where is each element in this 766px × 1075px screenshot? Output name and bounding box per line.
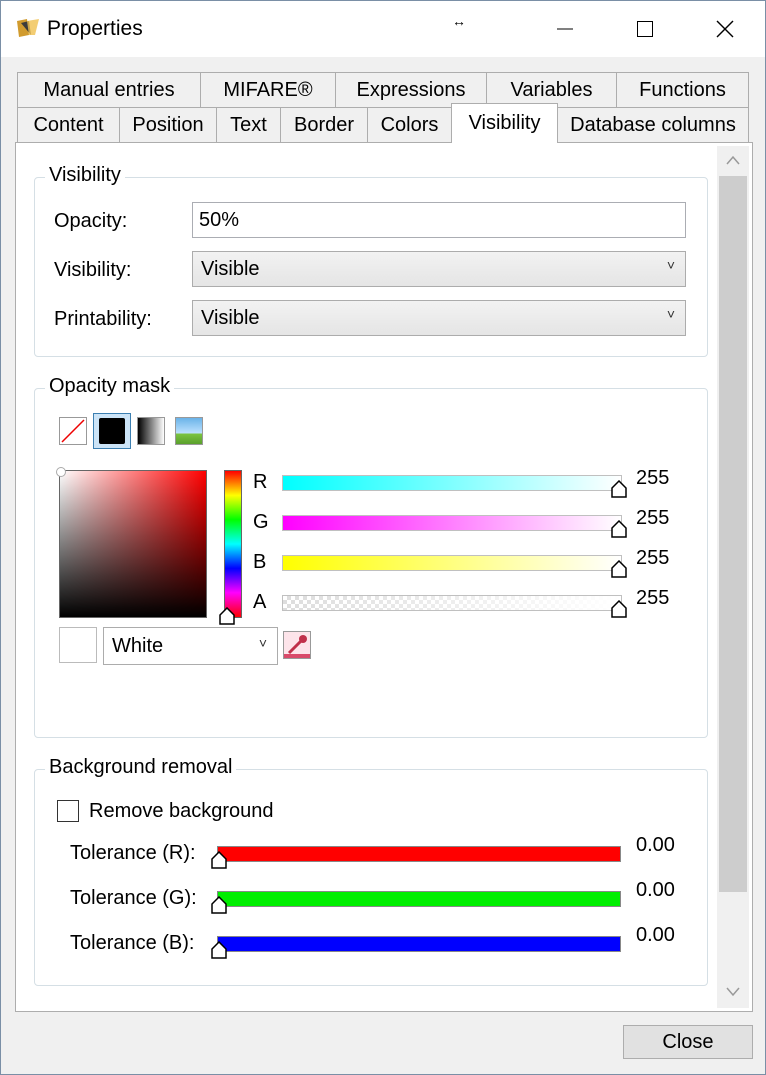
- close-button[interactable]: Close: [623, 1025, 753, 1059]
- tolerance-label: Tolerance (R):: [70, 842, 196, 864]
- printability-label: Printability:: [54, 308, 152, 330]
- scroll-down-icon[interactable]: [725, 986, 741, 998]
- tab-manual-entries[interactable]: Manual entries: [17, 72, 201, 108]
- chevron-down-icon: ˅: [666, 306, 675, 322]
- chevron-down-icon: ˅: [666, 257, 675, 273]
- visibility-group: Visibility Opacity: 50% Visibility: Visi…: [34, 164, 708, 357]
- solid-brush-icon: [99, 418, 125, 444]
- tolerance-slider[interactable]: [217, 846, 621, 862]
- current-color-swatch: [59, 627, 97, 663]
- tolerance-slider[interactable]: [217, 891, 621, 907]
- window-title: Properties: [47, 17, 143, 40]
- channel-slider-a[interactable]: [282, 595, 622, 611]
- channel-value-g: 255: [636, 507, 670, 529]
- close-icon: [716, 20, 734, 38]
- tolerance-value: 0.00: [636, 834, 675, 856]
- no-brush-icon: [61, 419, 85, 443]
- background-removal-group: Background removal Remove background Tol…: [34, 756, 708, 986]
- chevron-down-icon: ˅: [258, 635, 267, 651]
- tab-colors[interactable]: Colors: [367, 107, 452, 143]
- channel-slider-thumb[interactable]: [611, 520, 627, 538]
- tolerance-slider-thumb[interactable]: [211, 896, 227, 914]
- tolerance-slider[interactable]: [217, 936, 621, 952]
- no-brush-button[interactable]: [59, 417, 87, 445]
- tolerance-value: 0.00: [636, 879, 675, 901]
- tab-row-top: Manual entries MIFARE® Expressions Varia…: [1, 72, 765, 108]
- image-brush-button[interactable]: [175, 417, 203, 445]
- vertical-scrollbar[interactable]: [717, 146, 749, 1008]
- title-bar[interactable]: Properties ↔: [1, 1, 765, 57]
- minimize-button[interactable]: [525, 1, 605, 57]
- channel-value-b: 255: [636, 547, 670, 569]
- tolerance-slider-thumb[interactable]: [211, 941, 227, 959]
- printability-select-value: Visible: [201, 306, 260, 329]
- properties-window: Properties ↔ Manual entries MIFARE® Expr…: [0, 0, 766, 1075]
- hue-slider-thumb[interactable]: [219, 607, 235, 625]
- tab-panel: Visibility Opacity: 50% Visibility: Visi…: [15, 142, 753, 1012]
- channel-slider-thumb[interactable]: [611, 560, 627, 578]
- picker-handle[interactable]: [56, 467, 66, 477]
- scrollbar-thumb[interactable]: [719, 176, 747, 892]
- scroll-up-icon[interactable]: [725, 154, 741, 166]
- gradient-brush-button[interactable]: [137, 417, 165, 445]
- close-window-button[interactable]: [685, 1, 765, 57]
- background-removal-legend: Background removal: [45, 756, 237, 779]
- opacity-label: Opacity:: [54, 210, 128, 232]
- tab-database-columns[interactable]: Database columns: [557, 107, 749, 143]
- tolerance-label: Tolerance (B):: [70, 932, 195, 954]
- minimize-icon: [557, 28, 573, 30]
- tab-content[interactable]: Content: [17, 107, 120, 143]
- tolerance-slider-thumb[interactable]: [211, 851, 227, 869]
- color-name-value: White: [112, 634, 164, 657]
- channel-value-r: 255: [636, 467, 670, 489]
- channel-label-g: G: [253, 511, 269, 533]
- visibility-group-legend: Visibility: [45, 164, 125, 187]
- tolerance-value: 0.00: [636, 924, 675, 946]
- channel-slider-b[interactable]: [282, 555, 622, 571]
- visibility-label: Visibility:: [54, 259, 132, 281]
- channel-label-a: A: [253, 591, 267, 613]
- remove-background-label[interactable]: Remove background: [89, 800, 274, 823]
- maximize-icon: [637, 21, 653, 37]
- channel-slider-thumb[interactable]: [611, 600, 627, 618]
- tab-border[interactable]: Border: [280, 107, 368, 143]
- channel-value-a: 255: [636, 587, 670, 609]
- channel-slider-r[interactable]: [282, 475, 622, 491]
- eyedropper-icon: [284, 635, 310, 658]
- tolerance-label: Tolerance (G):: [70, 887, 197, 909]
- app-logo-icon: [17, 19, 39, 37]
- opacity-mask-legend: Opacity mask: [45, 375, 175, 398]
- channel-label-b: B: [253, 551, 267, 573]
- color-name-select[interactable]: White ˅: [103, 627, 278, 665]
- printability-select[interactable]: Visible ˅: [192, 300, 686, 336]
- visibility-select[interactable]: Visible ˅: [192, 251, 686, 287]
- tab-visibility[interactable]: Visibility: [451, 103, 558, 143]
- visibility-select-value: Visible: [201, 257, 260, 280]
- remove-background-checkbox[interactable]: [57, 800, 79, 822]
- resize-cursor-icon: ↔: [452, 13, 466, 29]
- saturation-value-picker[interactable]: [56, 467, 207, 618]
- channel-label-r: R: [253, 471, 268, 493]
- tab-position[interactable]: Position: [119, 107, 217, 143]
- tab-row-bottom: Content Position Text Border Colors Visi…: [1, 103, 765, 143]
- opacity-mask-group: Opacity mask R 255 G 255 B 255 A 255 Whi…: [34, 375, 708, 738]
- maximize-button[interactable]: [605, 1, 685, 57]
- hue-slider[interactable]: [219, 470, 242, 625]
- opacity-input[interactable]: 50%: [192, 202, 686, 238]
- tab-text[interactable]: Text: [216, 107, 281, 143]
- channel-slider-thumb[interactable]: [611, 480, 627, 498]
- eyedropper-button[interactable]: [283, 631, 311, 659]
- tab-functions[interactable]: Functions: [616, 72, 749, 108]
- channel-slider-g[interactable]: [282, 515, 622, 531]
- tab-mifare[interactable]: MIFARE®: [200, 72, 336, 108]
- solid-brush-button[interactable]: [93, 413, 131, 449]
